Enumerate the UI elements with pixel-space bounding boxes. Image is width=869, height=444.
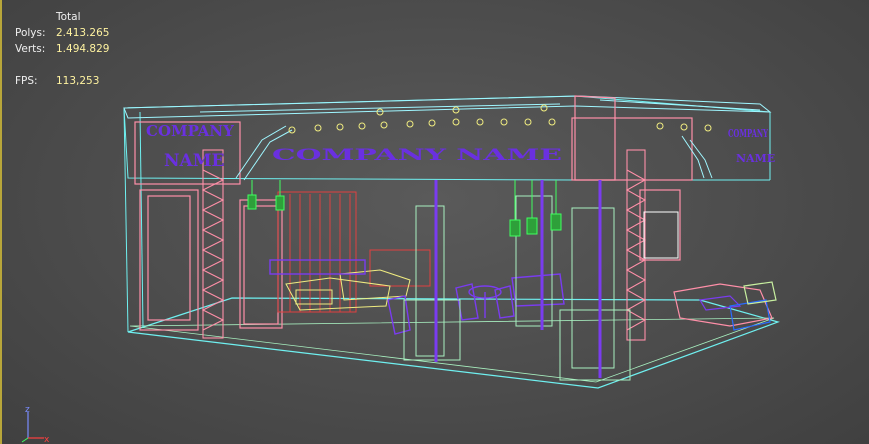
hanging-lamps	[247, 180, 562, 237]
right-sign-line1: COMPANY	[728, 127, 768, 140]
x-axis-label: x	[44, 435, 50, 444]
left-sign-line2: NAME	[164, 151, 225, 171]
roof-truss	[123, 95, 772, 119]
purple-chairs	[269, 259, 565, 335]
floor-platform	[127, 297, 780, 389]
right-sign-line2: NAME	[736, 152, 775, 165]
3d-viewport[interactable]: Total Polys: 2.413.265 Verts: 1.494.829 …	[0, 0, 869, 444]
purple-poles	[434, 180, 602, 378]
booth-wireframe-model[interactable]: COMPANY NAME COMPANY NAME COMPANY NAME	[0, 0, 869, 444]
slat-partition	[277, 191, 431, 313]
axis-gizmo: z x	[21, 405, 50, 444]
lounge-sofa	[285, 269, 411, 311]
z-axis-label: z	[25, 405, 30, 415]
center-sign: COMPANY NAME	[272, 145, 562, 164]
left-sign-line1: COMPANY	[146, 122, 234, 140]
spotlights	[288, 104, 712, 134]
